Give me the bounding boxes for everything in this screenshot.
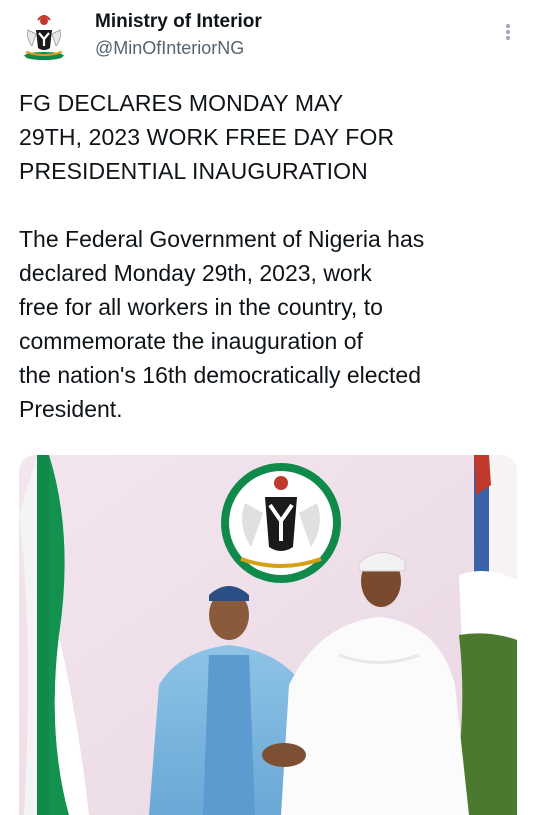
tweet-header: Ministry of Interior @MinOfInteriorNG (0, 0, 533, 72)
display-name[interactable]: Ministry of Interior (95, 10, 262, 34)
more-options-icon[interactable] (503, 22, 513, 46)
user-handle[interactable]: @MinOfInteriorNG (95, 36, 262, 60)
avatar[interactable] (16, 8, 72, 64)
tweet-photo[interactable] (19, 455, 517, 815)
tweet-body: The Federal Government of Nigeria has de… (19, 226, 425, 422)
coat-of-arms-icon (16, 8, 72, 64)
tweet-headline: FG DECLARES MONDAY MAY 29TH, 2023 WORK F… (19, 90, 395, 184)
photo-illustration (19, 455, 517, 815)
